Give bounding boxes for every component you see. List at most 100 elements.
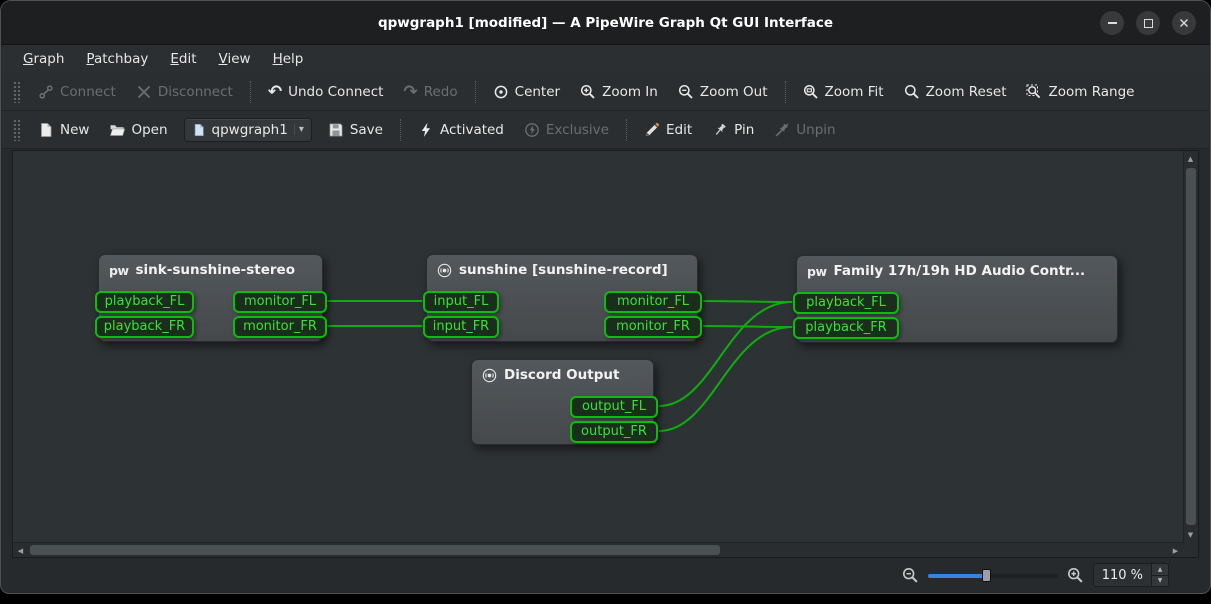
menu-graph[interactable]: Graph	[12, 47, 75, 71]
exclusive-toggle[interactable]: Exclusive	[514, 117, 619, 143]
toolbar-separator	[475, 81, 476, 103]
menu-view[interactable]: View	[208, 47, 262, 71]
port-playback-fr[interactable]: playback_FR	[793, 317, 899, 339]
window-title: qpwgraph1 [modified] — A PipeWire Graph …	[378, 15, 833, 31]
redo-button[interactable]: ↷ Redo	[393, 79, 467, 105]
exclusive-icon	[524, 122, 540, 138]
toolbar-separator	[626, 119, 627, 141]
zoom-out-label: Zoom Out	[700, 84, 768, 100]
port-output-fl[interactable]: output_FL	[570, 396, 658, 418]
port-monitor-fl[interactable]: monitor_FL	[604, 291, 702, 313]
vertical-scrollbar[interactable]: ▲ ▼	[1183, 151, 1198, 542]
pipewire-icon: pw	[807, 264, 827, 279]
open-label: Open	[131, 122, 167, 138]
port-input-fr[interactable]: input_FR	[423, 316, 499, 338]
toolbar-grip[interactable]	[13, 119, 20, 141]
node-discord-output[interactable]: Discord Output output_FL output_FR	[471, 359, 654, 445]
node-sink-sunshine-stereo[interactable]: pw sink-sunshine-stereo playback_FL play…	[98, 254, 323, 342]
pin-button[interactable]: Pin	[702, 117, 764, 143]
zoom-fit-label: Zoom Fit	[825, 84, 884, 100]
scroll-right-arrow[interactable]: ▶	[1168, 543, 1183, 558]
patchbay-select[interactable]: qpwgraph1 ▾	[184, 118, 312, 142]
zoom-slider-handle[interactable]	[982, 569, 991, 582]
connection-monitorFL-playbackFL[interactable]	[703, 301, 792, 302]
scroll-up-arrow[interactable]: ▲	[1183, 151, 1198, 166]
unpin-button[interactable]: Unpin	[764, 117, 845, 143]
toolbar-separator	[785, 81, 786, 103]
disconnect-icon	[136, 84, 152, 100]
scrollbar-corner	[1183, 542, 1198, 557]
graph-canvas[interactable]: pw sink-sunshine-stereo playback_FL play…	[13, 151, 1183, 542]
new-label: New	[60, 122, 89, 138]
close-button[interactable]	[1172, 11, 1196, 35]
minimize-button[interactable]	[1100, 11, 1124, 35]
zoom-spinbox[interactable]: 110 % ▲ ▼	[1093, 563, 1169, 587]
zoom-out-icon	[678, 84, 694, 100]
zoom-slider[interactable]	[928, 568, 1058, 583]
port-playback-fl[interactable]: playback_FL	[95, 291, 194, 313]
menu-help[interactable]: Help	[262, 47, 315, 71]
spin-down-button[interactable]: ▼	[1152, 575, 1168, 587]
spin-up-button[interactable]: ▲	[1152, 564, 1168, 575]
zoom-reset-button[interactable]: Zoom Reset	[894, 79, 1017, 105]
titlebar[interactable]: qpwgraph1 [modified] — A PipeWire Graph …	[1, 1, 1210, 45]
horizontal-scrollbar[interactable]: ◀ ▶	[13, 542, 1183, 557]
menu-patchbay[interactable]: Patchbay	[75, 47, 159, 71]
unpin-label: Unpin	[796, 122, 835, 138]
horizontal-scroll-thumb[interactable]	[30, 545, 720, 555]
toolbar-grip[interactable]	[13, 81, 20, 103]
maximize-button[interactable]	[1136, 11, 1160, 35]
center-icon	[493, 84, 509, 100]
open-folder-icon	[109, 122, 125, 138]
zoom-value[interactable]: 110 %	[1094, 564, 1151, 586]
zoom-in-button[interactable]: Zoom In	[570, 79, 668, 105]
connection-outputFR-playbackFR[interactable]	[659, 327, 792, 431]
connect-button[interactable]: Connect	[28, 79, 126, 105]
pencil-icon	[644, 122, 660, 138]
toolbar-separator	[400, 119, 401, 141]
port-input-fl[interactable]: input_FL	[423, 291, 499, 313]
undo-connect-button[interactable]: ↶ Undo Connect	[258, 79, 394, 105]
undo-icon: ↶	[268, 84, 282, 100]
save-icon	[328, 122, 344, 138]
port-playback-fl[interactable]: playback_FL	[793, 292, 899, 314]
zoom-in-small-icon[interactable]	[1067, 567, 1084, 584]
chevron-down-icon: ▾	[294, 124, 304, 135]
port-monitor-fr[interactable]: monitor_FR	[604, 316, 702, 338]
port-monitor-fr[interactable]: monitor_FR	[233, 316, 327, 338]
node-title: Discord Output	[504, 367, 619, 383]
menu-edit[interactable]: Edit	[159, 47, 207, 71]
zoom-fit-button[interactable]: Zoom Fit	[793, 79, 894, 105]
port-playback-fr[interactable]: playback_FR	[95, 316, 194, 338]
edit-label: Edit	[666, 122, 692, 138]
node-header: Discord Output	[472, 360, 653, 386]
scroll-down-arrow[interactable]: ▼	[1183, 527, 1198, 542]
minimize-icon	[1108, 22, 1117, 24]
window-controls	[1100, 11, 1196, 35]
open-button[interactable]: Open	[99, 117, 177, 143]
zoom-out-button[interactable]: Zoom Out	[668, 79, 778, 105]
node-title: sunshine [sunshine-record]	[459, 262, 668, 278]
port-monitor-fl[interactable]: monitor_FL	[233, 291, 327, 313]
activated-toggle[interactable]: Activated	[408, 117, 514, 143]
redo-icon: ↷	[403, 84, 417, 100]
center-button[interactable]: Center	[483, 79, 570, 105]
node-sunshine-record[interactable]: sunshine [sunshine-record] input_FL inpu…	[426, 254, 698, 342]
activated-label: Activated	[440, 122, 504, 138]
connection-monitorFR-playbackFR[interactable]	[703, 326, 792, 327]
node-header: pw Family 17h/19h HD Audio Contr...	[797, 256, 1117, 282]
scroll-left-arrow[interactable]: ◀	[13, 543, 28, 558]
unpin-icon	[774, 122, 790, 138]
node-title: sink-sunshine-stereo	[136, 262, 296, 278]
edit-button[interactable]: Edit	[634, 117, 702, 143]
patchbay-file-icon	[192, 123, 206, 137]
port-output-fr[interactable]: output_FR	[570, 421, 658, 443]
zoom-out-small-icon[interactable]	[902, 567, 919, 584]
patchbay-toolbar: New Open qpwgraph1 ▾ Save Activated Excl…	[2, 111, 1209, 149]
node-family-hd-audio[interactable]: pw Family 17h/19h HD Audio Contr... play…	[796, 255, 1118, 343]
zoom-range-button[interactable]: Zoom Range	[1016, 79, 1144, 105]
vertical-scroll-thumb[interactable]	[1186, 168, 1196, 525]
save-button[interactable]: Save	[318, 117, 393, 143]
new-button[interactable]: New	[28, 117, 99, 143]
disconnect-button[interactable]: Disconnect	[126, 79, 243, 105]
